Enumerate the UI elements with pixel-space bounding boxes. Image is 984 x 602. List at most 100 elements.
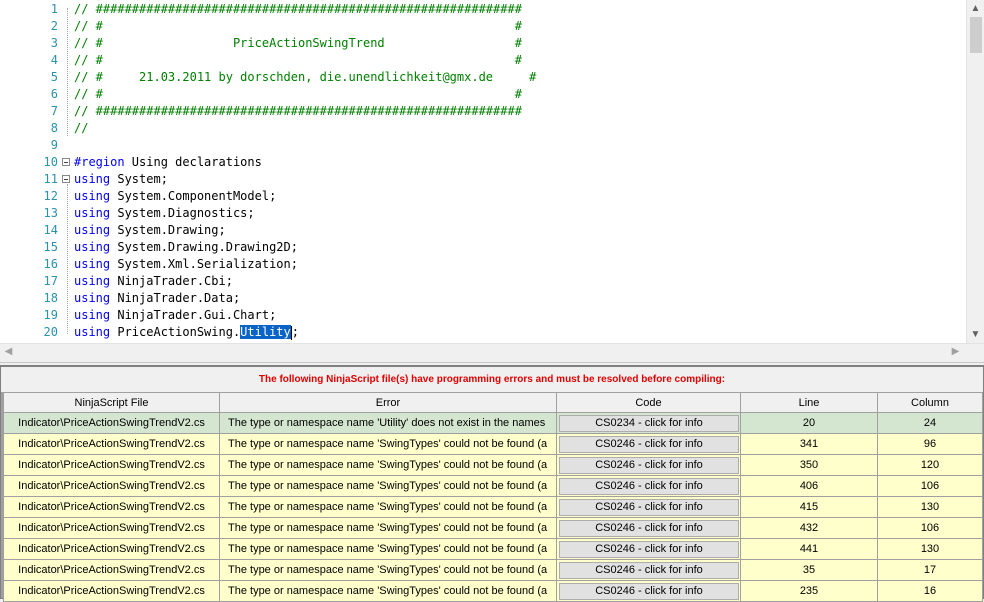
code-line[interactable]: using System.Drawing.Drawing2D;	[74, 239, 298, 256]
code-line[interactable]: using System.Diagnostics;	[74, 205, 255, 222]
code-line[interactable]: using PriceActionSwing.Utility;	[74, 324, 299, 341]
code-comment: // # #	[74, 87, 522, 101]
error-line-cell[interactable]: 441	[740, 538, 878, 560]
error-line-cell[interactable]: 35	[740, 559, 878, 581]
error-code-cell: CS0246 - click for info	[556, 517, 741, 539]
error-row[interactable]: Indicator\PriceActionSwingTrendV2.cs The …	[3, 475, 983, 497]
column-header-line[interactable]: Line	[740, 392, 878, 413]
error-file-cell[interactable]: Indicator\PriceActionSwingTrendV2.cs	[3, 454, 220, 476]
error-code-info-button[interactable]: CS0246 - click for info	[559, 435, 739, 453]
error-code-info-button[interactable]: CS0234 - click for info	[559, 414, 739, 432]
error-column-cell[interactable]: 16	[877, 580, 983, 602]
column-header-code[interactable]: Code	[556, 392, 741, 413]
code-line[interactable]: using NinjaTrader.Data;	[74, 290, 240, 307]
error-code-info-button[interactable]: CS0246 - click for info	[559, 498, 739, 516]
error-line-cell[interactable]: 20	[740, 412, 878, 434]
error-column-cell[interactable]: 106	[877, 475, 983, 497]
error-message-cell[interactable]: The type or namespace name 'SwingTypes' …	[219, 580, 557, 602]
line-number: 10	[43, 155, 58, 169]
code-line[interactable]: #region Using declarations	[74, 154, 262, 171]
error-code-cell: CS0246 - click for info	[556, 559, 741, 581]
code-keyword: using	[74, 223, 111, 237]
error-message-cell[interactable]: The type or namespace name 'SwingTypes' …	[219, 475, 557, 497]
code-line[interactable]: // # PriceActionSwingTrend #	[74, 35, 522, 52]
code-line[interactable]: // # #	[74, 86, 522, 103]
error-column-cell[interactable]: 120	[877, 454, 983, 476]
scrollbar-thumb[interactable]	[970, 17, 982, 53]
error-file-cell[interactable]: Indicator\PriceActionSwingTrendV2.cs	[3, 559, 220, 581]
error-column-cell[interactable]: 96	[877, 433, 983, 455]
error-column-cell[interactable]: 24	[877, 412, 983, 434]
error-column-cell[interactable]: 130	[877, 496, 983, 518]
error-code-info-button[interactable]: CS0246 - click for info	[559, 540, 739, 558]
error-row[interactable]: Indicator\PriceActionSwingTrendV2.cs The …	[3, 559, 983, 581]
editor-vertical-scrollbar[interactable]: ▲ ▼	[966, 0, 984, 343]
error-message-cell[interactable]: The type or namespace name 'SwingTypes' …	[219, 559, 557, 581]
code-editor[interactable]: 1 2 3 4 5 6 7 8 9 10 11 12 13 14 15 16 17 18 19 20 // #####…	[0, 0, 984, 360]
error-line-cell[interactable]: 406	[740, 475, 878, 497]
error-code-cell: CS0246 - click for info	[556, 475, 741, 497]
column-header-file[interactable]: NinjaScript File	[3, 392, 220, 413]
error-message-cell[interactable]: The type or namespace name 'SwingTypes' …	[219, 496, 557, 518]
error-line-cell[interactable]: 350	[740, 454, 878, 476]
error-code-info-button[interactable]: CS0246 - click for info	[559, 561, 739, 579]
error-row[interactable]: Indicator\PriceActionSwingTrendV2.cs The …	[3, 412, 983, 434]
code-comment: // # 21.03.2011 by dorschden, die.unendl…	[74, 70, 537, 84]
error-code-info-button[interactable]: CS0246 - click for info	[559, 519, 739, 537]
code-line[interactable]: //	[74, 120, 88, 137]
code-line[interactable]: // # #	[74, 52, 522, 69]
code-line[interactable]: // # #	[74, 18, 522, 35]
error-row[interactable]: Indicator\PriceActionSwingTrendV2.cs The …	[3, 454, 983, 476]
error-row[interactable]: Indicator\PriceActionSwingTrendV2.cs The …	[3, 580, 983, 602]
code-line[interactable]: // #####################################…	[74, 103, 522, 120]
error-code-info-button[interactable]: CS0246 - click for info	[559, 582, 739, 600]
error-line-cell[interactable]: 341	[740, 433, 878, 455]
code-line[interactable]: using System;	[74, 171, 168, 188]
error-code-info-button[interactable]: CS0246 - click for info	[559, 477, 739, 495]
scroll-down-icon[interactable]: ▼	[967, 326, 984, 343]
error-file-cell[interactable]: Indicator\PriceActionSwingTrendV2.cs	[3, 475, 220, 497]
error-column-cell[interactable]: 130	[877, 538, 983, 560]
error-file-cell[interactable]: Indicator\PriceActionSwingTrendV2.cs	[3, 433, 220, 455]
error-line-cell[interactable]: 432	[740, 517, 878, 539]
code-line[interactable]: using System.ComponentModel;	[74, 188, 276, 205]
error-file-cell[interactable]: Indicator\PriceActionSwingTrendV2.cs	[3, 412, 220, 434]
column-header-column[interactable]: Column	[877, 392, 983, 413]
error-row[interactable]: Indicator\PriceActionSwingTrendV2.cs The …	[3, 517, 983, 539]
editor-margin	[0, 0, 18, 343]
code-text: Using declarations	[124, 155, 262, 169]
code-text: System.Diagnostics;	[110, 206, 255, 220]
code-line[interactable]: using System.Xml.Serialization;	[74, 256, 298, 273]
error-message-cell[interactable]: The type or namespace name 'SwingTypes' …	[219, 454, 557, 476]
error-message-cell[interactable]: The type or namespace name 'SwingTypes' …	[219, 538, 557, 560]
error-message-cell[interactable]: The type or namespace name 'SwingTypes' …	[219, 517, 557, 539]
code-line[interactable]: // # 21.03.2011 by dorschden, die.unendl…	[74, 69, 536, 86]
error-row[interactable]: Indicator\PriceActionSwingTrendV2.cs The …	[3, 496, 983, 518]
error-row[interactable]: Indicator\PriceActionSwingTrendV2.cs The …	[3, 538, 983, 560]
error-file-cell[interactable]: Indicator\PriceActionSwingTrendV2.cs	[3, 538, 220, 560]
scroll-right-icon[interactable]: ▶	[947, 344, 964, 360]
error-file-cell[interactable]: Indicator\PriceActionSwingTrendV2.cs	[3, 517, 220, 539]
editor-horizontal-scrollbar[interactable]: ◀ ▶	[0, 343, 984, 360]
error-column-cell[interactable]: 106	[877, 517, 983, 539]
error-file-cell[interactable]: Indicator\PriceActionSwingTrendV2.cs	[3, 496, 220, 518]
scroll-left-icon[interactable]: ◀	[0, 344, 17, 360]
error-code-info-button[interactable]: CS0246 - click for info	[559, 456, 739, 474]
error-message-cell[interactable]: The type or namespace name 'Utility' doe…	[219, 412, 557, 434]
error-line-cell[interactable]: 415	[740, 496, 878, 518]
scroll-up-icon[interactable]: ▲	[967, 0, 984, 17]
code-line[interactable]: using NinjaTrader.Cbi;	[74, 273, 233, 290]
error-row[interactable]: Indicator\PriceActionSwingTrendV2.cs The …	[3, 433, 983, 455]
code-line[interactable]: using System.Drawing;	[74, 222, 226, 239]
code-text-area[interactable]: // #####################################…	[64, 0, 966, 343]
code-line[interactable]: // #####################################…	[74, 1, 522, 18]
error-message-cell[interactable]: The type or namespace name 'SwingTypes' …	[219, 433, 557, 455]
column-header-error[interactable]: Error	[219, 392, 557, 413]
error-file-cell[interactable]: Indicator\PriceActionSwingTrendV2.cs	[3, 580, 220, 602]
error-column-cell[interactable]: 17	[877, 559, 983, 581]
selected-text: Utility	[240, 325, 291, 339]
error-code-cell: CS0234 - click for info	[556, 412, 741, 434]
line-number: 7	[50, 104, 58, 118]
error-line-cell[interactable]: 235	[740, 580, 878, 602]
code-line[interactable]: using NinjaTrader.Gui.Chart;	[74, 307, 276, 324]
